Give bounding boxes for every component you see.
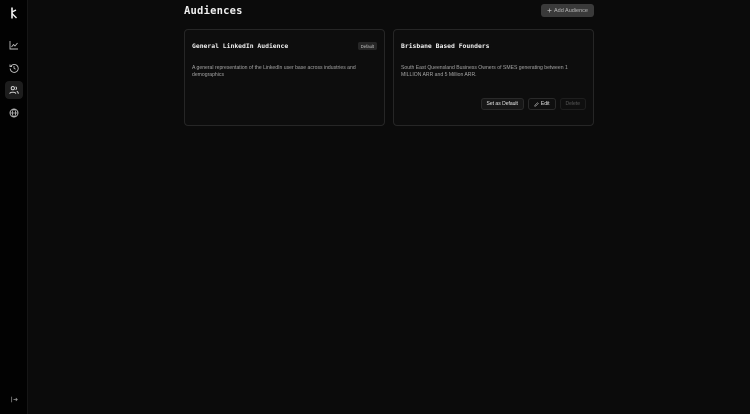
default-badge: Default xyxy=(357,42,377,50)
collapse-icon xyxy=(10,396,18,402)
history-icon xyxy=(9,63,19,73)
add-audience-label: Add Audience xyxy=(554,7,588,14)
audience-title: Brisbane Based Founders xyxy=(401,42,490,50)
edit-label: Edit xyxy=(540,101,550,107)
sidebar-item-audiences[interactable] xyxy=(5,81,23,99)
collapse-sidebar-button[interactable] xyxy=(7,393,21,405)
audience-card[interactable]: General LinkedIn Audience Default A gene… xyxy=(184,29,385,126)
audience-card[interactable]: Brisbane Based Founders South East Queen… xyxy=(393,29,594,126)
sidebar-item-explore[interactable] xyxy=(5,104,23,122)
sidebar-item-analytics[interactable] xyxy=(5,36,23,54)
logo-icon[interactable] xyxy=(9,6,19,19)
add-audience-button[interactable]: Add Audience xyxy=(541,4,594,17)
page-title: Audiences xyxy=(184,5,243,17)
audience-actions: Set as Default Edit Delete xyxy=(480,98,586,110)
sidebar-item-history[interactable] xyxy=(5,59,23,77)
line-chart-icon xyxy=(9,41,18,50)
pencil-icon xyxy=(534,101,539,107)
globe-icon xyxy=(9,108,19,118)
audience-description: South East Queensland Business Owners of… xyxy=(401,65,568,79)
edit-button[interactable]: Edit xyxy=(527,98,556,110)
audience-description: A general representation of the LinkedIn… xyxy=(192,65,356,79)
sidebar xyxy=(0,0,28,414)
delete-button[interactable]: Delete xyxy=(559,98,586,110)
users-icon xyxy=(9,86,19,94)
audience-title: General LinkedIn Audience xyxy=(192,42,289,50)
set-default-button[interactable]: Set as Default xyxy=(480,98,524,110)
plus-icon xyxy=(547,8,552,13)
